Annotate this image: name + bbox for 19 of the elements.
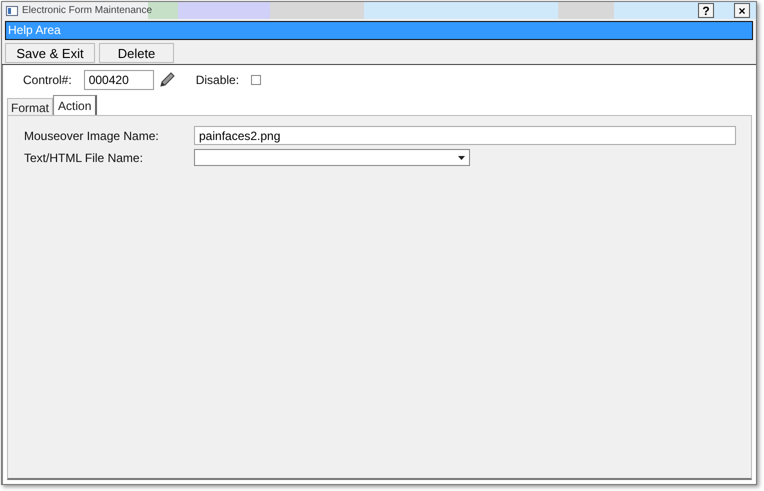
- tab[interactable]: Action: [53, 95, 98, 115]
- close-button[interactable]: ×: [734, 3, 750, 18]
- window-title: Electronic Form Maintenance: [22, 5, 152, 16]
- control-number-field[interactable]: 000420: [84, 70, 154, 90]
- dropdown-arrow-icon: [458, 156, 465, 160]
- file-name-dropdown[interactable]: [194, 149, 470, 166]
- toolbar-button[interactable]: Delete: [99, 43, 174, 63]
- help-area: Help Area: [5, 21, 753, 40]
- field-label: Mouseover Image Name:: [23, 128, 160, 142]
- field-label: Control#:: [23, 73, 72, 87]
- toolbar-button[interactable]: Save & Exit: [5, 43, 95, 63]
- pencil-icon[interactable]: [158, 71, 176, 89]
- disable-checkbox[interactable]: [251, 75, 262, 85]
- window-icon: [6, 6, 18, 16]
- tab[interactable]: Format: [7, 98, 54, 115]
- image-name-field[interactable]: painfaces2.png: [194, 126, 736, 145]
- field-label: Disable:: [196, 73, 240, 87]
- help-button[interactable]: ?: [698, 3, 714, 18]
- field-label: Text/HTML File Name:: [23, 150, 144, 164]
